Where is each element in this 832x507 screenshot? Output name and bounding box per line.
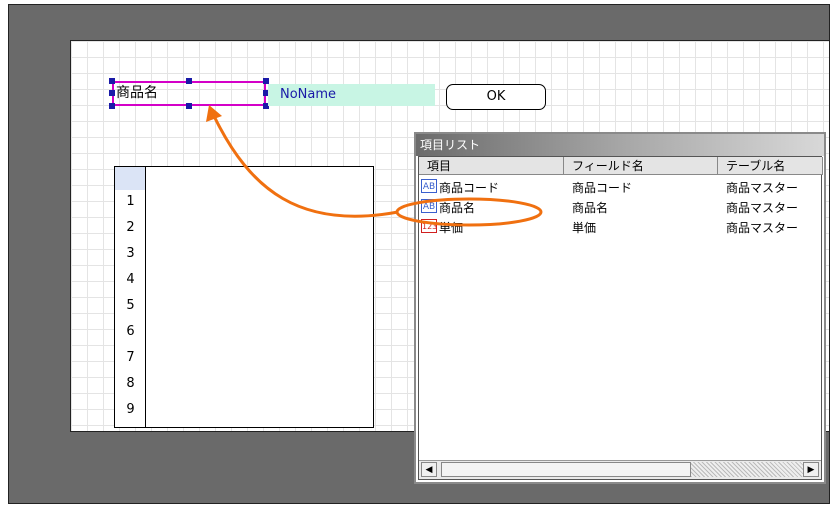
highlight-ellipse [395,197,543,227]
arrow-head-icon [206,105,222,122]
drag-arrow [212,115,399,218]
annotation-overlay [206,105,543,227]
